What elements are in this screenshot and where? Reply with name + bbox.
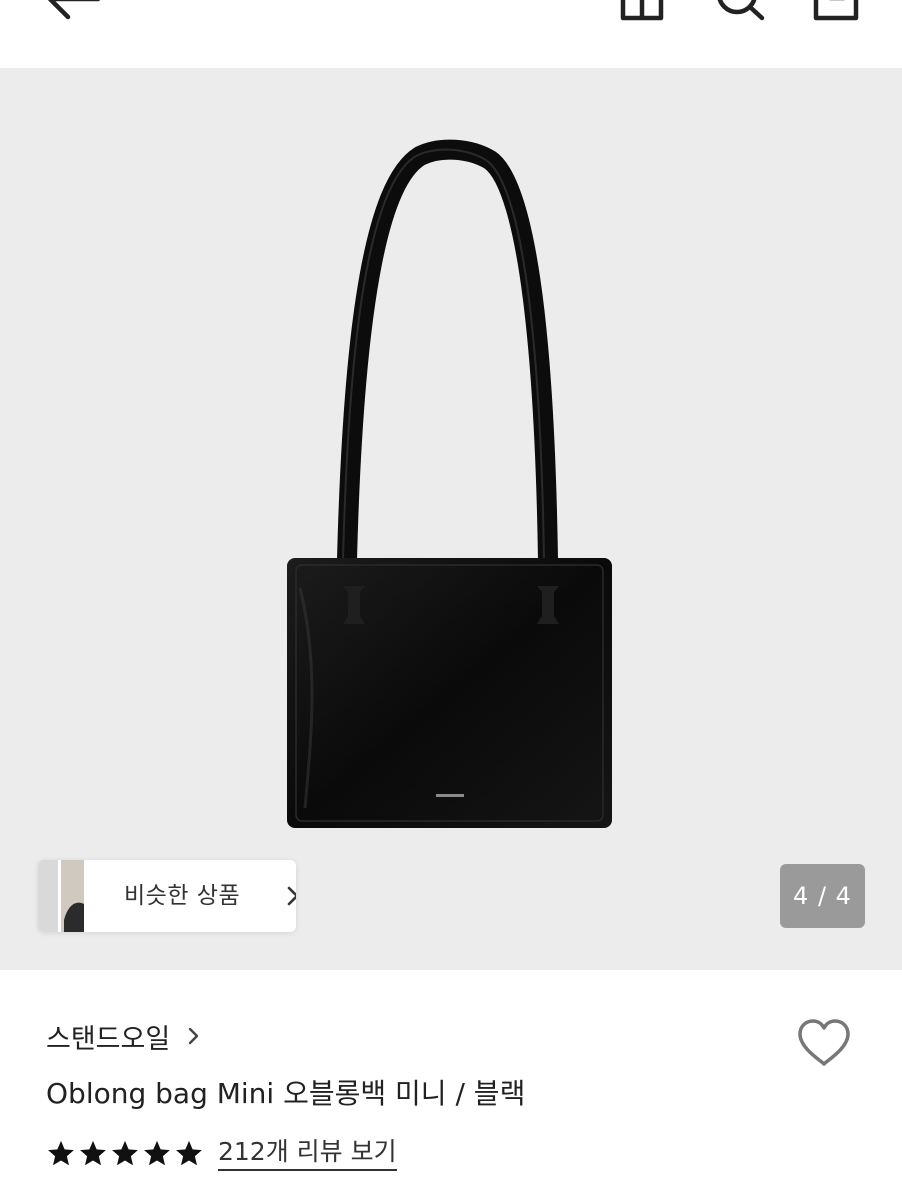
rating-row: 212개 리뷰 보기 — [46, 1134, 397, 1174]
chevron-right-icon — [287, 886, 296, 906]
cart-button[interactable] — [808, 0, 864, 22]
top-navigation-bar — [0, 0, 902, 68]
star-icon — [144, 1140, 170, 1166]
back-button[interactable] — [40, 0, 110, 20]
chevron-right-icon — [189, 1027, 199, 1045]
similar-products-button[interactable]: 비슷한 상품 — [38, 860, 296, 932]
heart-icon — [798, 1019, 850, 1066]
brand-name: 스탠드오일 — [46, 1023, 171, 1055]
star-icon — [112, 1140, 138, 1166]
star-icon — [80, 1140, 106, 1166]
home-icon — [620, 0, 664, 21]
similar-products-thumbnail — [38, 860, 84, 932]
product-image — [287, 139, 612, 828]
like-button[interactable] — [796, 1018, 852, 1068]
search-button[interactable] — [710, 0, 770, 22]
image-page-counter: 4 / 4 — [780, 864, 865, 928]
star-icon — [48, 1140, 74, 1166]
product-title: Oblong bag Mini 오블롱백 미니 / 블랙 — [46, 1077, 526, 1110]
home-button[interactable] — [614, 0, 670, 22]
reviews-link[interactable]: 212개 리뷰 보기 — [218, 1137, 397, 1171]
rating-stars — [46, 1139, 204, 1169]
product-image-gallery[interactable]: 비슷한 상품 4 / 4 — [0, 68, 902, 970]
search-icon — [717, 0, 765, 21]
cart-icon — [813, 0, 859, 21]
similar-products-label: 비슷한 상품 — [124, 883, 241, 909]
star-icon — [176, 1140, 202, 1166]
brand-link[interactable]: 스탠드오일 — [46, 1016, 200, 1056]
back-arrow-icon — [47, 0, 101, 20]
